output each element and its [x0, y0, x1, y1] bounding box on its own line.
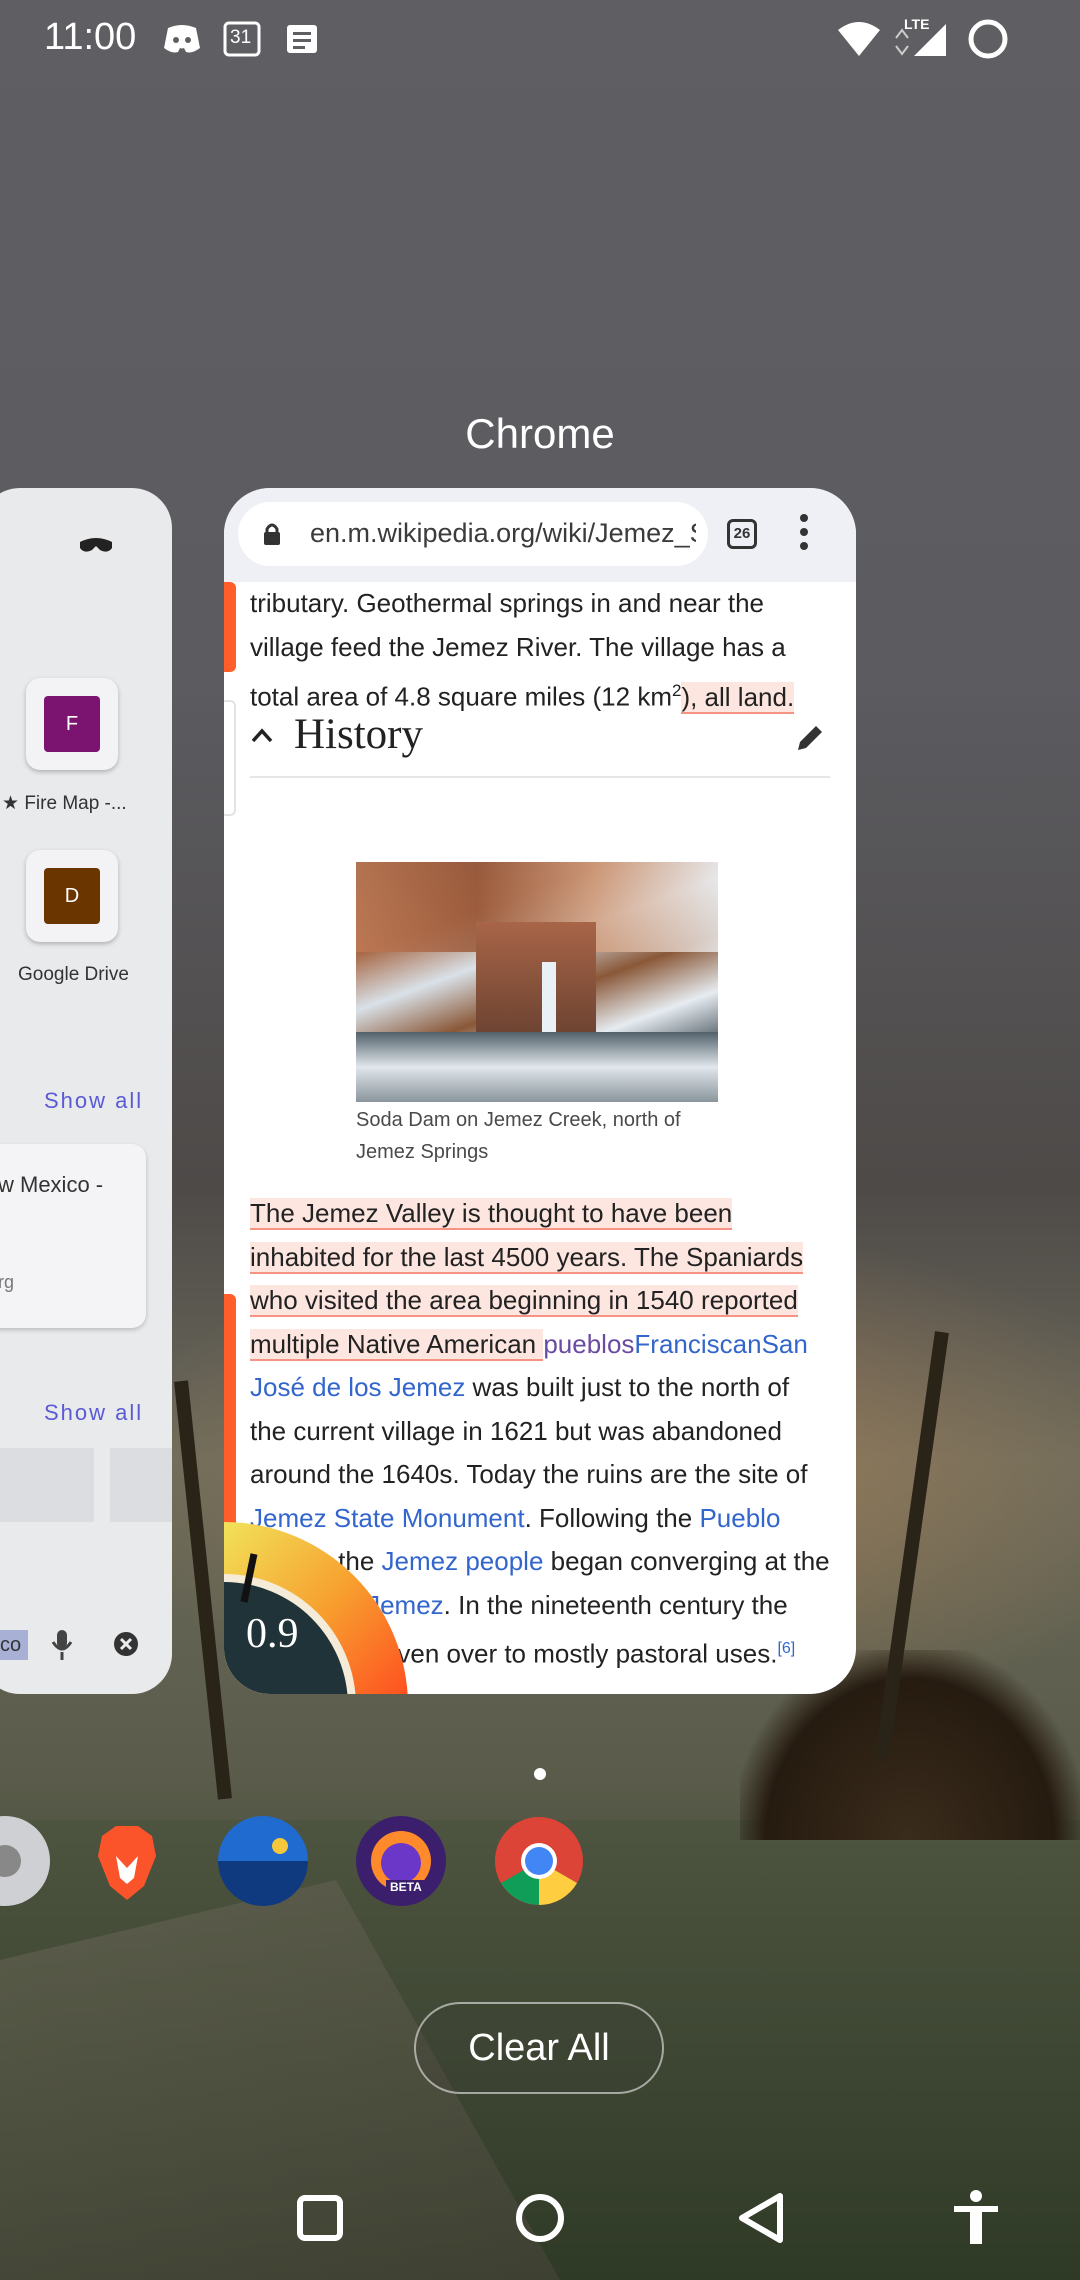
- clear-icon[interactable]: [112, 1630, 140, 1658]
- thumbnail: [0, 1448, 94, 1522]
- tab-preview[interactable]: w Mexico - rg: [0, 1144, 146, 1328]
- reference-link[interactable]: [6]: [777, 1640, 795, 1657]
- page-content: tributary. Geothermal springs in and nea…: [224, 582, 856, 1694]
- calendar-icon: 31: [222, 20, 262, 58]
- incognito-icon: [80, 538, 112, 552]
- search-bar[interactable]: co: [0, 1620, 172, 1694]
- tab-title: w Mexico -: [0, 1172, 104, 1197]
- url-text: en.m.wikipedia.org/wiki/Jemez_Springs: [310, 518, 696, 548]
- status-time: 11:00: [44, 16, 137, 58]
- settings-icon[interactable]: [0, 1816, 50, 1906]
- brave-icon[interactable]: [82, 1816, 172, 1906]
- reading-gauge[interactable]: [224, 1506, 424, 1694]
- beta-badge: BETA: [386, 1880, 426, 1894]
- battery-circle-icon: [968, 19, 1008, 59]
- article-image[interactable]: [356, 862, 718, 1102]
- news-icon: [287, 25, 317, 53]
- chevron-up-icon[interactable]: [250, 724, 274, 748]
- tab-domain: rg: [0, 1272, 15, 1292]
- link-franciscan[interactable]: Franciscan: [634, 1329, 761, 1359]
- section-title: History: [294, 711, 423, 758]
- lock-icon: [264, 523, 280, 545]
- star-icon: ★: [2, 793, 25, 814]
- clear-all-button[interactable]: Clear All: [414, 2002, 664, 2094]
- chrome-icon[interactable]: [494, 1816, 584, 1906]
- paragraph-intro: tributary. Geothermal springs in and nea…: [250, 588, 795, 714]
- lte-signal-icon: LTE: [892, 16, 948, 58]
- show-all-link[interactable]: Show all: [44, 1088, 143, 1114]
- firefox-beta-icon[interactable]: BETA: [356, 1816, 446, 1906]
- tile-letter: F: [44, 696, 100, 752]
- recent-card-left[interactable]: F ★ Fire Map -... D Google Drive Show al…: [0, 488, 172, 1694]
- chrome-toolbar: en.m.wikipedia.org/wiki/Jemez_Springs 26: [224, 488, 856, 582]
- mic-icon[interactable]: [50, 1628, 74, 1662]
- weather-icon[interactable]: [218, 1816, 308, 1906]
- overflow-menu-icon[interactable]: [798, 514, 810, 556]
- recent-card-chrome[interactable]: en.m.wikipedia.org/wiki/Jemez_Springs 26…: [224, 488, 856, 1694]
- image-caption: Soda Dam on Jemez Creek, north of Jemez …: [356, 1109, 681, 1163]
- edit-pencil-icon[interactable]: [794, 720, 828, 754]
- side-handle[interactable]: [224, 700, 236, 816]
- app-label: Chrome: [465, 410, 615, 457]
- recents-square-icon[interactable]: [284, 2182, 356, 2254]
- link-pueblos[interactable]: pueblos: [543, 1329, 634, 1359]
- thumbnail: [110, 1448, 172, 1522]
- status-bar: 11:00 31 LTE: [0, 0, 1080, 80]
- search-query: co: [0, 1630, 28, 1660]
- page-indicator: [534, 1768, 546, 1780]
- back-triangle-icon[interactable]: [726, 2182, 798, 2254]
- discord-icon: [164, 25, 200, 53]
- tile-label: Google Drive: [18, 964, 129, 985]
- tab-switcher-button[interactable]: 26: [727, 519, 757, 549]
- accessibility-icon[interactable]: [940, 2182, 1012, 2254]
- tile-letter: D: [44, 868, 100, 924]
- show-all-link[interactable]: Show all: [44, 1400, 143, 1426]
- shortcut-tile-google-drive[interactable]: D: [26, 850, 118, 942]
- shortcut-tile-fire-map[interactable]: F: [26, 678, 118, 770]
- network-type: LTE: [904, 16, 930, 32]
- tile-label: ★ Fire Map -...: [2, 793, 127, 814]
- wifi-icon: [838, 22, 880, 56]
- section-header-history[interactable]: History: [250, 700, 830, 778]
- highlight-marker: [224, 582, 236, 672]
- gauge-value: 0.9: [246, 1611, 299, 1657]
- home-circle-icon[interactable]: [504, 2182, 576, 2254]
- navigation-bar: [0, 2160, 1080, 2280]
- calendar-day: 31: [230, 27, 252, 48]
- omnibox[interactable]: en.m.wikipedia.org/wiki/Jemez_Springs: [238, 502, 708, 566]
